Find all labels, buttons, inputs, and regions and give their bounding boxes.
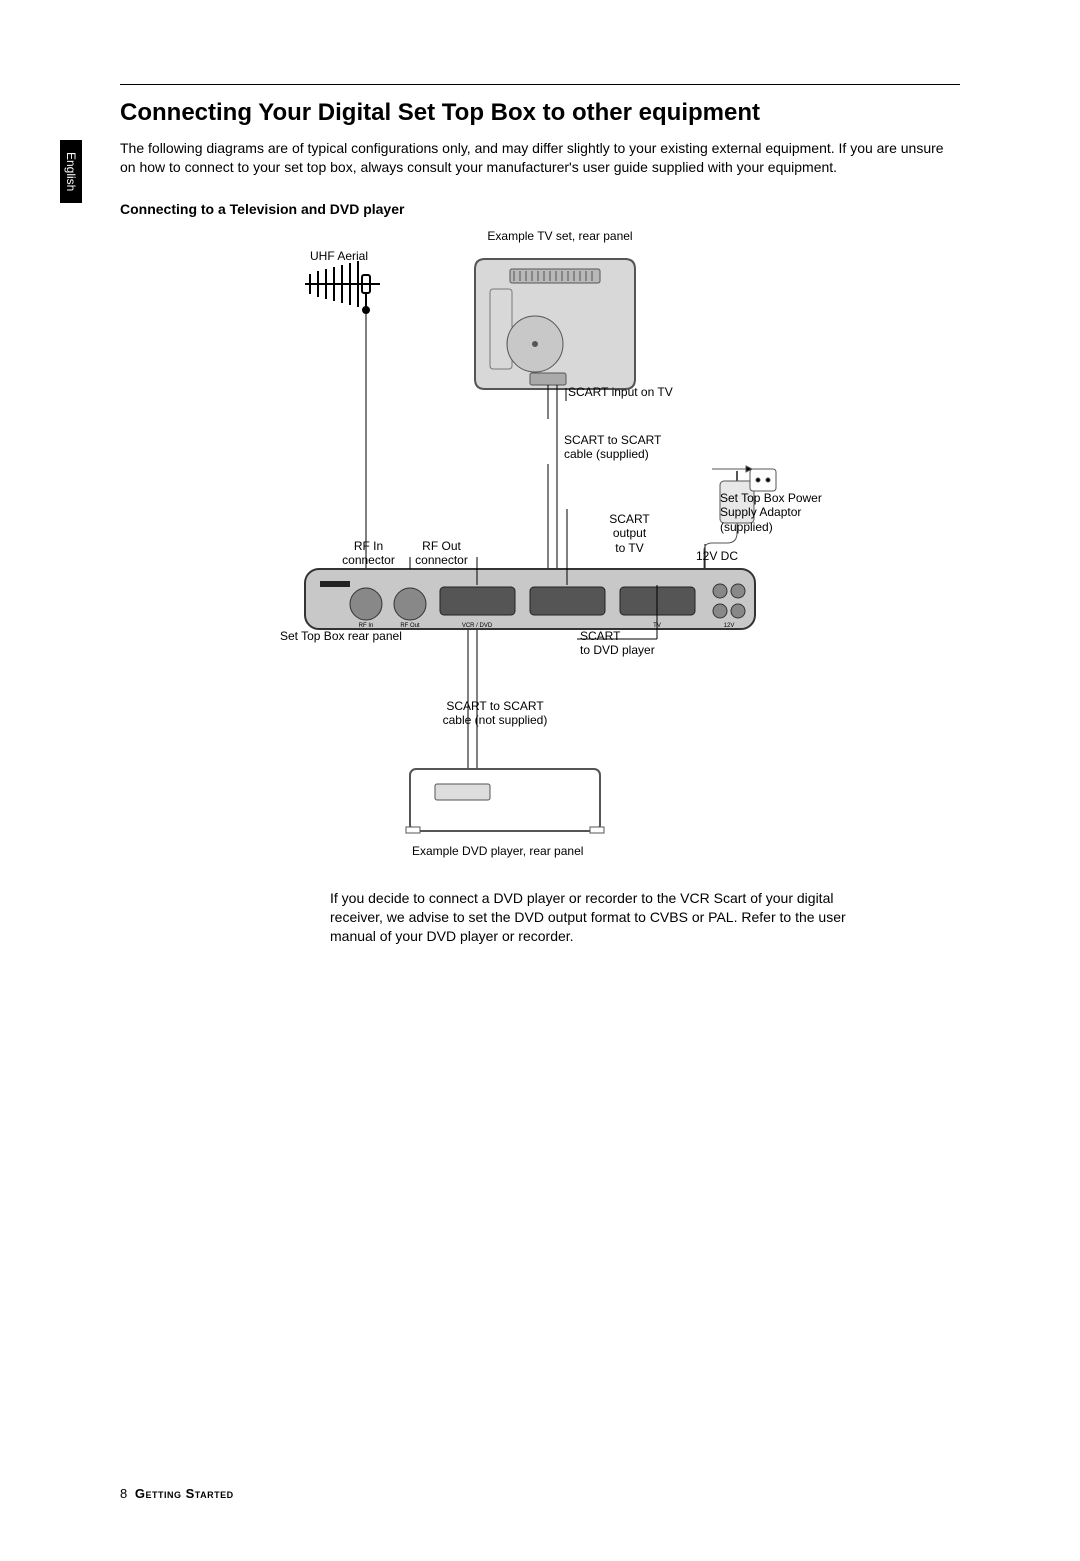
rf-out-label: RF Out connector	[405, 539, 478, 568]
tv-icon	[475, 259, 635, 389]
dvd-caption: Example DVD player, rear panel	[412, 844, 583, 858]
subheading: Connecting to a Television and DVD playe…	[120, 201, 960, 217]
section-name: Getting Started	[135, 1486, 234, 1501]
twelve-v-label: 12V DC	[696, 549, 738, 563]
rf-in-label: RF In connector	[332, 539, 405, 568]
language-tab: English	[60, 140, 82, 203]
power-adaptor-label: Set Top Box Power Supply Adaptor (suppli…	[720, 491, 822, 534]
page-title: Connecting Your Digital Set Top Box to o…	[120, 99, 960, 127]
page-footer: 8 Getting Started	[120, 1486, 234, 1501]
scart-supplied-label: SCART to SCART cable (supplied)	[564, 433, 661, 462]
scart-input-tv-label: SCART input on TV	[568, 385, 673, 399]
scart-out-tv-label: SCART output to TV	[602, 512, 657, 555]
intro-paragraph: The following diagrams are of typical co…	[120, 139, 960, 177]
scart-to-dvd-label: SCART to DVD player	[580, 629, 655, 658]
page-number: 8	[120, 1486, 127, 1501]
uhf-aerial-label: UHF Aerial	[310, 249, 368, 263]
diagram-svg: RF In RF Out VCR / DVD TV 12V	[210, 229, 890, 869]
stb-port-rf-out: RF Out	[400, 623, 420, 629]
connection-diagram: RF In RF Out VCR / DVD TV 12V	[210, 229, 890, 869]
tv-caption: Example TV set, rear panel	[470, 229, 650, 243]
scart-not-supplied-label: SCART to SCART cable (not supplied)	[435, 699, 555, 728]
stb-port-vcr-dvd: VCR / DVD	[462, 623, 493, 629]
advice-paragraph: If you decide to connect a DVD player or…	[330, 889, 850, 946]
stb-port-12v: 12V	[724, 623, 735, 629]
set-top-box-icon	[305, 569, 755, 629]
dvd-player-icon	[406, 769, 604, 833]
stb-rear-label: Set Top Box rear panel	[280, 629, 402, 643]
uhf-aerial-icon	[305, 261, 380, 313]
